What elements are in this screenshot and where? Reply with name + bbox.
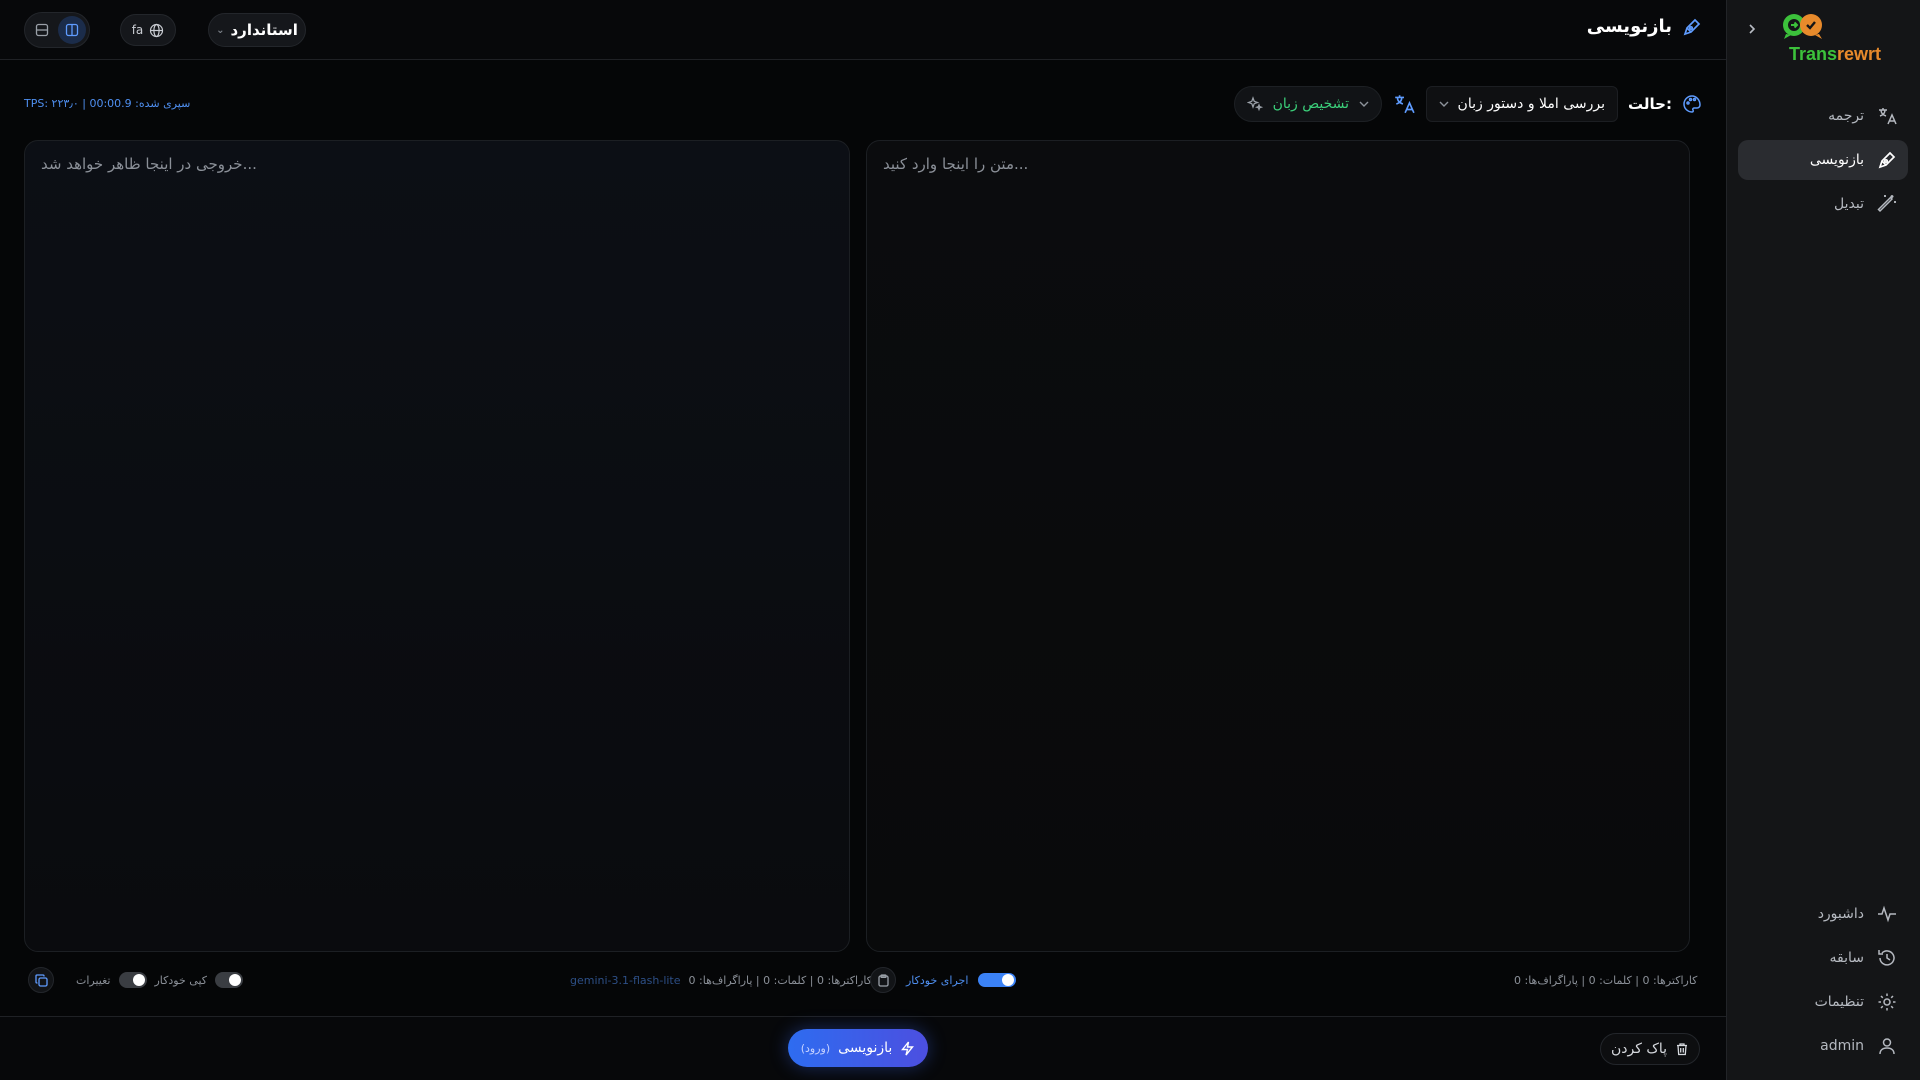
trash-icon (1675, 1042, 1689, 1056)
translate-icon[interactable] (1392, 92, 1416, 116)
copy-button[interactable] (28, 967, 54, 993)
sidebar-item-rewrite[interactable]: بازنویسی (1738, 140, 1908, 180)
sidebar-item-dashboard[interactable]: داشبورد (1738, 894, 1908, 934)
chevron-down-icon (1439, 99, 1449, 109)
sidebar-main-nav: ترجمه بازنویسی تبدیل (1738, 96, 1908, 228)
model-name: gemini-3.1-flash-lite (570, 973, 681, 987)
chevron-right-icon[interactable] (1741, 18, 1763, 40)
sidebar-item-user[interactable]: admin (1738, 1026, 1908, 1066)
changes-label: تغییرات (76, 973, 111, 987)
changes-toggle[interactable] (118, 972, 147, 988)
history-icon (1876, 947, 1898, 969)
rewrite-mode-value: بررسی املا و دستور زبان (1457, 96, 1606, 112)
sparkles-icon (1246, 96, 1263, 112)
pen-icon (1876, 149, 1898, 171)
sidebar-item-label: admin (1820, 1038, 1864, 1054)
logo-wordmark: Transrewrt (1788, 44, 1882, 64)
language-button[interactable]: fa (120, 14, 176, 46)
rewrite-shortcut-hint: (ورود) (800, 1041, 831, 1055)
paste-button[interactable] (870, 967, 896, 993)
performance-stats: TPS: ۲۲۳٫۰ | سپری شده: 00:00.9 (24, 97, 191, 110)
app-logo[interactable]: Transrewrt (1780, 12, 1890, 65)
sidebar-secondary-nav: داشبورد سابقه تنظیمات admin (1738, 894, 1908, 1070)
page-title: بازنویسی (1586, 16, 1672, 37)
sidebar-item-label: تبدیل (1834, 196, 1864, 212)
translate-icon (1876, 105, 1898, 127)
clear-button[interactable]: پاک کردن (1600, 1033, 1700, 1065)
output-placeholder: ...خروجی در اینجا ظاهر خواهد شد (41, 155, 257, 173)
sidebar-item-settings[interactable]: تنظیمات (1738, 982, 1908, 1022)
pen-icon (1682, 17, 1702, 37)
input-counts: کاراکترها: 0 | کلمات: 0 | پاراگراف‌ها: 0 (1514, 973, 1698, 987)
header: بازنویسی fa ⌄ استاندارد (0, 0, 1726, 60)
input-footer-meta: کاراکترها: 0 | کلمات: 0 | پاراگراف‌ها: 0 (1514, 966, 1697, 994)
mode-label: حالت: (1628, 95, 1672, 113)
chevron-down-icon: ⌄ (216, 24, 225, 36)
auto-copy-label: کپی خودکار (154, 973, 208, 987)
sidebar-item-translate[interactable]: ترجمه (1738, 96, 1908, 136)
language-code: fa (131, 23, 144, 37)
sidebar: Transrewrt ترجمه بازنویسی تبدیل داشبورد (1726, 0, 1920, 1080)
globe-icon (149, 23, 164, 38)
detect-language-dropdown[interactable]: تشخیص زبان (1233, 86, 1383, 122)
sidebar-item-label: سابقه (1829, 950, 1864, 966)
activity-icon (1876, 903, 1898, 925)
page-title-group: بازنویسی (1587, 16, 1702, 37)
output-panel[interactable]: ...خروجی در اینجا ظاهر خواهد شد (24, 140, 850, 952)
auto-copy-toggle[interactable] (215, 972, 244, 988)
clear-button-label: پاک کردن (1610, 1041, 1668, 1057)
output-footer-meta: gemini-3.1-flash-lite کاراکترها: 0 | کلم… (570, 966, 872, 994)
logo-chat-bubbles-icon (1780, 12, 1890, 40)
palette-icon (1682, 94, 1702, 114)
lightning-icon (900, 1041, 915, 1056)
quality-mode-dropdown[interactable]: ⌄ استاندارد (208, 13, 306, 47)
output-footer-controls: تغییرات کپی خودکار (28, 966, 244, 994)
rows-layout-icon (35, 23, 49, 37)
input-panel[interactable]: ...متن را اینجا وارد کنید (866, 140, 1690, 952)
quality-mode-value: استاندارد (230, 21, 298, 39)
layout-stacked-button[interactable] (28, 16, 56, 44)
layout-side-by-side-button[interactable] (58, 16, 86, 44)
rewrite-button[interactable]: (ورود) بازنویسی (788, 1029, 928, 1067)
rewrite-button-label: بازنویسی (838, 1040, 893, 1056)
sidebar-item-convert[interactable]: تبدیل (1738, 184, 1908, 224)
copy-icon (34, 973, 48, 987)
clipboard-icon (877, 973, 889, 987)
detect-language-label: تشخیص زبان (1272, 96, 1350, 112)
columns-layout-icon (65, 23, 79, 37)
input-footer-controls: اجرای خودکار (870, 966, 1017, 994)
magic-wand-icon (1876, 193, 1898, 215)
sidebar-item-label: تنظیمات (1814, 994, 1864, 1010)
chevron-down-icon (1359, 99, 1369, 109)
input-placeholder: ...متن را اینجا وارد کنید (883, 155, 1029, 173)
gear-icon (1876, 991, 1898, 1013)
sidebar-item-history[interactable]: سابقه (1738, 938, 1908, 978)
output-counts: کاراکترها: 0 | کلمات: 0 | پاراگراف‌ها: 0 (688, 973, 872, 987)
auto-run-label: اجرای خودکار (906, 973, 969, 987)
rewrite-toolbar: تشخیص زبان بررسی املا و دستور زبان حالت: (1233, 86, 1702, 122)
auto-run-toggle[interactable] (978, 973, 1017, 987)
sidebar-item-label: داشبورد (1817, 906, 1864, 922)
user-icon (1876, 1035, 1898, 1057)
bottom-action-bar: (ورود) بازنویسی پاک کردن (0, 1016, 1726, 1080)
sidebar-item-label: ترجمه (1828, 108, 1864, 124)
layout-toggle (24, 12, 90, 48)
sidebar-item-label: بازنویسی (1809, 152, 1864, 168)
rewrite-mode-select[interactable]: بررسی املا و دستور زبان (1426, 86, 1619, 122)
